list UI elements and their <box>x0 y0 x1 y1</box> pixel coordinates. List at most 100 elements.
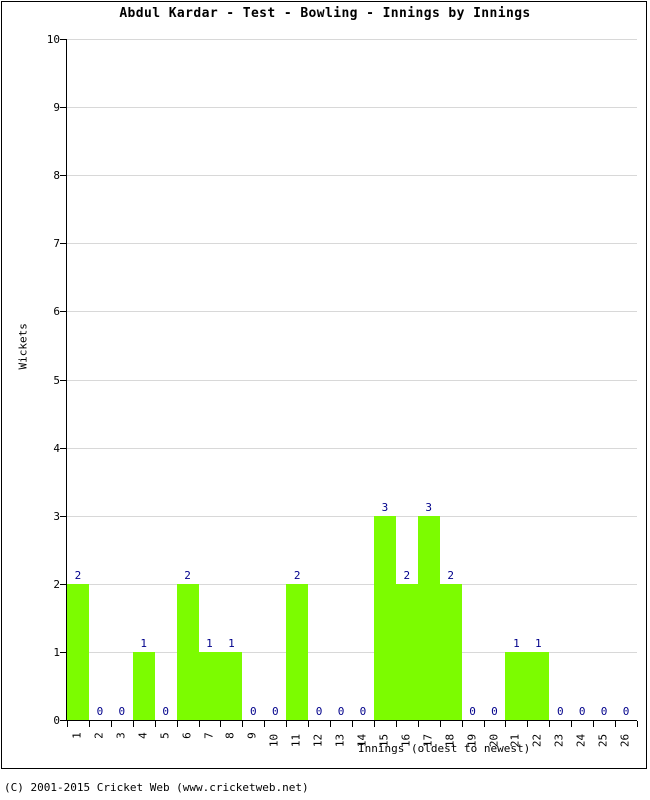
bar[interactable] <box>373 515 396 720</box>
bar-value-label: 3 <box>425 500 433 514</box>
bar-value-label: 0 <box>118 705 126 718</box>
x-tick-mark <box>308 721 310 727</box>
bar-value-label: 0 <box>250 705 257 718</box>
x-tick-label: 24 <box>574 733 588 748</box>
y-tick-mark <box>60 515 67 517</box>
bar-value-label: 1 <box>535 636 542 650</box>
bar[interactable] <box>439 583 462 720</box>
x-tick-label: 23 <box>552 733 566 748</box>
x-tick-mark <box>615 721 617 727</box>
x-tick-mark <box>132 721 134 727</box>
gridline <box>67 107 637 109</box>
bar[interactable] <box>505 651 528 720</box>
x-tick-mark <box>220 721 222 727</box>
bar-value-label: 2 <box>293 568 301 582</box>
bar-value-label: 0 <box>578 705 586 718</box>
y-tick-label: 8 <box>53 169 60 183</box>
x-tick-mark <box>395 721 397 727</box>
x-axis-title: Innings (oldest to newest) <box>358 742 531 755</box>
y-tick-label: 10 <box>46 33 60 46</box>
bar-value-label: 2 <box>184 568 191 582</box>
y-tick-label: 0 <box>53 714 60 727</box>
x-tick-label: 5 <box>158 732 172 739</box>
x-tick-label: 3 <box>114 732 128 739</box>
y-tick-mark <box>60 583 67 585</box>
bar[interactable] <box>417 515 440 720</box>
bar-value-label: 0 <box>469 705 476 718</box>
x-tick-mark <box>373 721 375 727</box>
bar-value-label: 1 <box>513 636 520 650</box>
x-tick-label: 13 <box>333 733 347 748</box>
bar-value-label: 0 <box>315 705 323 718</box>
x-tick-label: 11 <box>289 733 303 748</box>
y-axis-tick-labels: 0 1 2 3 4 5 6 7 8 9 10 <box>32 34 60 726</box>
x-tick-mark <box>637 721 638 727</box>
bar-value-label: 2 <box>74 568 82 582</box>
chart-frame: Abdul Kardar - Test - Bowling - Innings … <box>1 1 647 769</box>
x-tick-mark <box>352 721 353 727</box>
bar-value-label: 0 <box>162 705 169 718</box>
x-tick-mark <box>154 721 156 727</box>
x-tick-mark <box>505 721 507 727</box>
y-tick-mark <box>60 175 67 177</box>
bar[interactable] <box>395 583 418 720</box>
bar[interactable] <box>286 583 309 720</box>
bar-value-label: 0 <box>491 705 498 718</box>
bar-value-label: 0 <box>271 705 279 718</box>
gridline <box>67 311 637 313</box>
y-tick-mark <box>60 720 67 721</box>
x-tick-label: 10 <box>267 733 281 748</box>
bar-value-label: 0 <box>556 705 564 718</box>
x-tick-label: 22 <box>530 733 544 748</box>
y-tick-mark <box>60 379 67 381</box>
y-tick-mark <box>60 447 67 449</box>
x-tick-mark <box>593 721 595 727</box>
gridline <box>67 515 637 517</box>
bar-value-label: 0 <box>622 705 630 718</box>
gridline <box>67 175 637 177</box>
x-tick-mark <box>439 721 441 727</box>
x-tick-label: 26 <box>618 733 632 748</box>
x-tick-label: 4 <box>136 732 150 739</box>
bar-value-label: 1 <box>206 636 213 650</box>
y-tick-mark <box>60 311 67 313</box>
y-tick-mark <box>60 39 67 40</box>
x-tick-mark <box>330 721 332 727</box>
y-axis-title: Wickets <box>16 323 30 370</box>
bar-value-label: 0 <box>337 705 345 718</box>
bar-value-label: 0 <box>600 705 608 718</box>
y-tick-label: 4 <box>53 441 60 455</box>
x-tick-label: 25 <box>596 733 610 748</box>
x-tick-mark <box>549 721 551 727</box>
bar-value-label: 1 <box>228 636 235 650</box>
bar[interactable] <box>198 651 221 720</box>
x-tick-label: 7 <box>202 732 215 739</box>
x-tick-mark <box>67 721 68 727</box>
bar[interactable] <box>220 651 243 720</box>
bar[interactable] <box>132 651 155 720</box>
bar[interactable] <box>527 651 550 720</box>
y-tick-label: 6 <box>53 305 60 319</box>
x-tick-mark <box>571 721 573 727</box>
bar[interactable] <box>176 583 199 720</box>
x-tick-mark <box>176 721 178 727</box>
gridline <box>67 583 637 585</box>
copyright-footer: (C) 2001-2015 Cricket Web (www.cricketwe… <box>4 781 309 794</box>
gridline <box>67 379 637 381</box>
chart-title: Abdul Kardar - Test - Bowling - Innings … <box>119 6 531 21</box>
y-tick-mark <box>60 651 67 653</box>
x-tick-label: 2 <box>92 732 106 739</box>
y-tick-label: 5 <box>53 373 60 387</box>
bar[interactable] <box>67 583 89 720</box>
bar-value-label: 0 <box>96 705 104 718</box>
bar-value-label: 2 <box>403 568 411 582</box>
x-tick-label: 8 <box>223 732 237 739</box>
x-tick-mark <box>527 721 529 727</box>
y-tick-label: 9 <box>53 101 60 115</box>
x-tick-mark <box>198 721 200 727</box>
y-tick-label: 1 <box>53 645 60 659</box>
gridline <box>67 447 637 449</box>
y-tick-mark <box>60 243 67 245</box>
bar-value-label: 1 <box>140 636 148 650</box>
bar-value-label: 0 <box>359 705 367 718</box>
